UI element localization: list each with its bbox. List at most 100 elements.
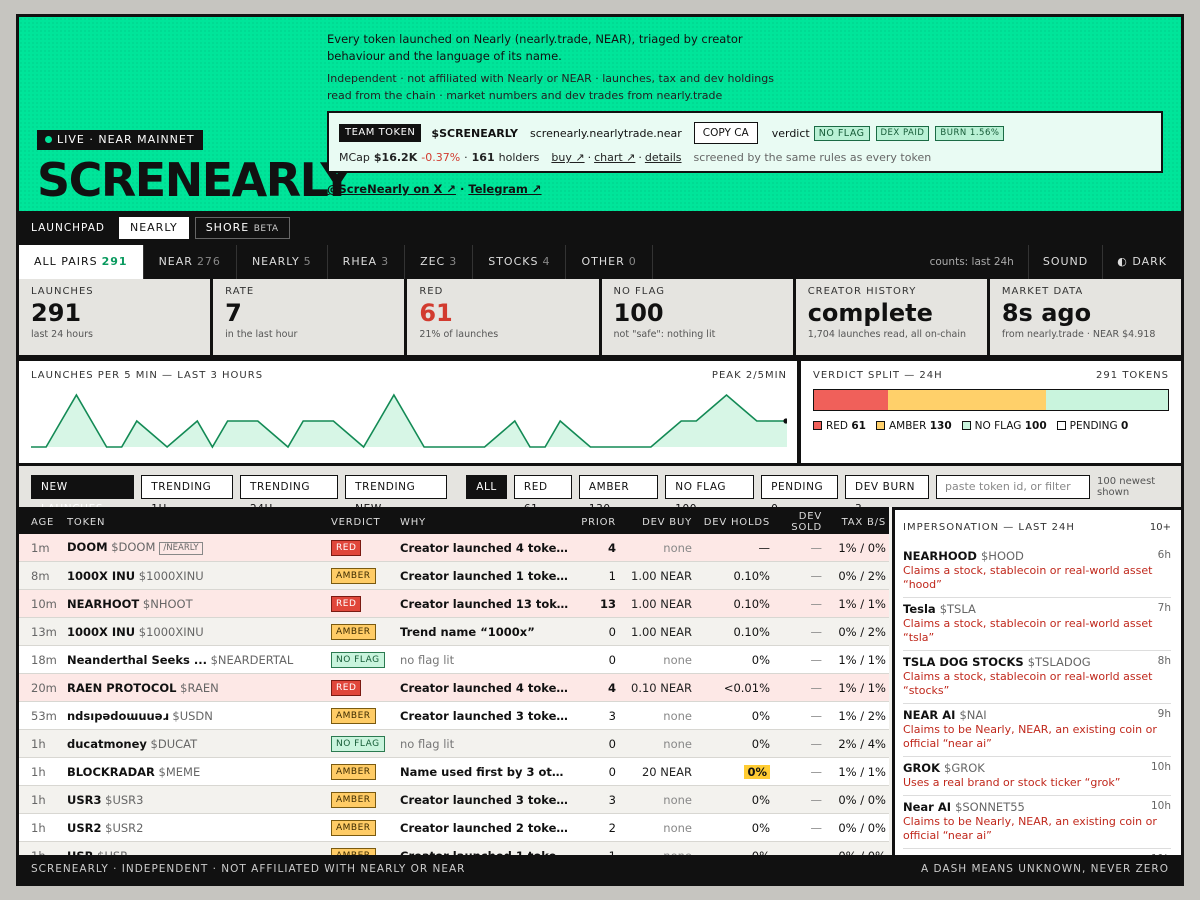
token-name: Neanderthal Seeks ... (67, 652, 207, 667)
table-row[interactable]: 1h ducatmoney $DUCAT NO FLAG no flag lit 0 no… (19, 730, 889, 758)
table-row[interactable]: 8m 1000X INU $1000XINU AMBER Creator launch… (19, 562, 889, 590)
team-token-tag: TEAM TOKEN (339, 124, 422, 142)
age-cell: 1h (31, 764, 46, 779)
col-dev-sold[interactable]: DEV SOLD (770, 511, 822, 533)
footer: SCRENEARLY · INDEPENDENT · NOT AFFILIATE… (19, 855, 1181, 883)
filter-dev-burn[interactable]: DEV BURN 3 (845, 474, 929, 515)
stat-market-data: MARKET DATA 8s ago from nearly.trade · NEA… (989, 279, 1181, 355)
copy-ca-button[interactable]: COPY CA (693, 122, 758, 144)
table-row[interactable]: 1m DOOM $DOOM/NEARLY RED Creator launched 4… (19, 534, 889, 562)
details-link[interactable]: details (645, 151, 682, 164)
token-cell[interactable]: DOOM $DOOM/NEARLY (67, 540, 331, 555)
verdict-badge: AMBER (331, 820, 376, 836)
tab-near[interactable]: NEAR 276 (144, 245, 237, 279)
table-row[interactable]: 20m RAEN PROTOCOL $RAEN RED Creator launche… (19, 674, 889, 702)
x-link[interactable]: @ScreNearly on X ↗ (327, 182, 456, 196)
table-row[interactable]: 1hUSR $USRAMBERCreator launched 1 token … (19, 842, 889, 855)
prior-cell: 1 (608, 568, 616, 583)
token-cell[interactable]: ducatmoney $DUCAT (67, 737, 331, 751)
legend-red: RED 61 (813, 420, 866, 432)
dev-holds-cell: 0% (751, 792, 770, 807)
token-cell[interactable]: USR3 $USR3 (67, 793, 331, 807)
buy-link[interactable]: buy ↗ (551, 151, 584, 164)
token-cell[interactable]: 1000X INU $1000XINU (67, 625, 331, 639)
col-tax[interactable]: TAX B/S (822, 517, 886, 528)
token-cell[interactable]: Neanderthal Seeks ... $NEARDERTAL (67, 653, 331, 667)
no-flag-swatch (961, 421, 971, 430)
impersonation-time: 10h (1150, 761, 1171, 773)
col-dev-holds[interactable]: DEV HOLDS (692, 517, 770, 528)
tab-all-pairs[interactable]: ALL PAIRS 291 (19, 245, 144, 279)
impersonation-token-name: Near AI (903, 800, 952, 814)
tax-cell: 2% / 4% (838, 736, 886, 751)
sound-toggle[interactable]: SOUND (1027, 245, 1102, 279)
launchpad-nearly-button[interactable]: NEARLY (118, 217, 189, 239)
impersonation-item[interactable]: GROK $GROK 10h Uses a real brand or stock … (903, 757, 1171, 796)
impersonation-reason: Uses a real brand or stock ticker “grok” (903, 776, 1121, 789)
age-cell: 1h (31, 736, 46, 751)
pending-swatch (1056, 421, 1066, 430)
tax-cell: 0% / 2% (838, 568, 886, 583)
token-cell[interactable]: ndsıpǝdoɯuuǝɹ $USDN (67, 709, 331, 723)
dev-holds-cell: 0% (692, 764, 770, 779)
table-row[interactable]: 53m ndsıpǝdoɯuuǝɹ $USDN AMBER Creator launc… (19, 702, 889, 730)
telegram-link[interactable]: Telegram ↗ (468, 182, 541, 196)
launchpad-nearly-label: NEARLY (129, 221, 178, 234)
filter-pending[interactable]: PENDING 0 (761, 474, 839, 515)
launch-sparkline (31, 393, 787, 449)
col-verdict[interactable]: VERDICT (331, 517, 400, 528)
impersonation-item[interactable]: Near AI $SONNET55 10h Claims to be Nearly,… (903, 796, 1171, 849)
verdict-badge: RED (331, 540, 362, 556)
sort-trending-1h[interactable]: TRENDING 1H (141, 474, 233, 515)
chart-link[interactable]: chart ↗ (594, 151, 635, 164)
stat-sub: 21% of launches (419, 329, 499, 340)
launch-table: AGE TOKEN VERDICT WHY PRIOR DEV BUY DEV … (19, 507, 889, 855)
table-row[interactable]: 1h USR3 $USR3 AMBER Creator launched 3 toke… (19, 786, 889, 814)
verdict-badge: AMBER (331, 792, 376, 808)
table-row[interactable]: 10m NEARHOOT $NHOOT RED Creator launched 13… (19, 590, 889, 618)
table-row[interactable]: 1h BLOCKRADAR $MEME AMBER Name used first b… (19, 758, 889, 786)
sort-new-launches[interactable]: NEW LAUNCHES (31, 474, 135, 515)
table-row[interactable]: 18m Neanderthal Seeks ... $NEARDERTAL NO F… (19, 646, 889, 674)
table-row[interactable]: 1h USR2 $USR2 AMBER Creator launched 2 toke… (19, 814, 889, 842)
impersonation-ticker: $TSLADOG (1027, 655, 1091, 669)
dark-mode-toggle[interactable]: ◐ DARK (1102, 245, 1181, 279)
token-cell[interactable]: BLOCKRADAR $MEME (67, 765, 331, 779)
dev-sold-cell: — (810, 568, 823, 583)
tax-cell: 0% / 0% (838, 792, 886, 807)
impersonation-name: NEARHOOD $HOOD (903, 549, 1171, 563)
legend-count: 130 (929, 420, 952, 432)
token-cell[interactable]: NEARHOOT $NHOOT (67, 597, 331, 611)
filter-red[interactable]: RED 61 (513, 474, 572, 515)
tab-label: RHEA (342, 255, 378, 268)
why-cell: Trend name “1000x” (400, 624, 535, 639)
filter-amber[interactable]: AMBER 130 (578, 474, 659, 515)
col-age[interactable]: AGE (19, 517, 67, 528)
verdict-badge: AMBER (331, 624, 376, 640)
sort-trending-new[interactable]: TRENDING NEW (345, 474, 447, 515)
col-prior[interactable]: PRIOR (576, 517, 616, 528)
tab-stocks[interactable]: STOCKS 4 (473, 245, 567, 279)
token-cell[interactable]: USR2 $USR2 (67, 821, 331, 835)
launchpad-shore-button[interactable]: SHORE BETA (194, 217, 290, 239)
filter-all[interactable]: ALL (466, 474, 507, 499)
token-cell[interactable]: 1000X INU $1000XINU (67, 569, 331, 583)
impersonation-item[interactable]: NEAR AI $NAI 9h Claims to be Nearly, NEAR,… (903, 704, 1171, 757)
tab-other[interactable]: OTHER 0 (566, 245, 653, 279)
col-token[interactable]: TOKEN (67, 517, 331, 528)
token-cell[interactable]: RAEN PROTOCOL $RAEN (67, 681, 331, 695)
impersonation-count: 10+ (1149, 522, 1171, 533)
tab-rhea[interactable]: RHEA 3 (328, 245, 406, 279)
table-row[interactable]: 13m 1000X INU $1000XINU AMBER Trend name “1… (19, 618, 889, 646)
impersonation-item[interactable]: TSLA DOG STOCKS $TSLADOG 8h Claims a stock… (903, 651, 1171, 704)
tab-zec[interactable]: ZEC 3 (405, 245, 474, 279)
impersonation-item[interactable]: NEARHOOD $HOOD 6h Claims a stock, stableco… (903, 545, 1171, 598)
stat-label: MARKET DATA (1001, 286, 1084, 297)
impersonation-item[interactable]: Tesla $TSLA 7h Claims a stock, stablecoin … (903, 598, 1171, 651)
col-dev-buy[interactable]: DEV BUY (616, 517, 692, 528)
sort-trending-24h[interactable]: TRENDING 24H (239, 474, 339, 515)
col-why[interactable]: WHY (400, 517, 576, 528)
filter-no-flag[interactable]: NO FLAG 100 (665, 474, 755, 515)
tab-nearly[interactable]: NEARLY 5 (237, 245, 328, 279)
token-filter-input[interactable] (936, 474, 1090, 499)
